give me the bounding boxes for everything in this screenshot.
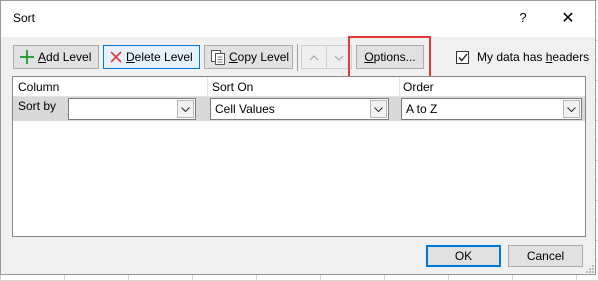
add-level-label: Add Level [38, 50, 92, 64]
move-up-button[interactable] [301, 45, 327, 69]
column-header-sort-on: Sort On [212, 80, 254, 94]
dialog-title: Sort [13, 11, 36, 25]
chevron-down-icon[interactable] [370, 100, 387, 118]
sort-by-label: Sort by [18, 99, 57, 113]
order-select-value: A to Z [406, 102, 438, 116]
plus-icon [20, 50, 34, 64]
column-header-order: Order [403, 80, 434, 94]
column-select[interactable] [68, 98, 196, 120]
help-button[interactable]: ? [513, 10, 533, 28]
sort-dialog: Sort ? ✕ Add Level Delete Level Copy Lev… [0, 0, 596, 275]
delete-x-icon [110, 51, 122, 63]
resize-grip-icon[interactable] [585, 264, 595, 274]
copy-level-label: Copy Level [229, 50, 290, 64]
close-button[interactable]: ✕ [556, 8, 580, 30]
add-level-button[interactable]: Add Level [13, 45, 99, 69]
chevron-down-icon[interactable] [563, 100, 580, 118]
order-select[interactable]: A to Z [401, 98, 582, 120]
headers-checkbox-label: My data has headers [477, 50, 590, 64]
sort-on-select-value: Cell Values [215, 102, 275, 116]
headers-checkbox[interactable]: My data has headers [456, 50, 589, 64]
sort-on-select[interactable]: Cell Values [210, 98, 389, 120]
copy-level-button[interactable]: Copy Level [204, 45, 293, 69]
checkbox-checked-icon[interactable] [456, 50, 469, 64]
chevron-up-icon [309, 50, 319, 64]
options-highlight-box [348, 36, 431, 79]
header-divider [207, 77, 208, 96]
column-header-column: Column [18, 80, 60, 94]
ok-button[interactable]: OK [426, 245, 501, 267]
copy-icon [211, 49, 225, 65]
delete-level-label: Delete Level [126, 50, 193, 64]
chevron-down-icon[interactable] [177, 100, 194, 118]
toolbar-separator [297, 44, 298, 71]
title-bar: Sort ? ✕ [1, 1, 595, 37]
header-divider [399, 77, 400, 96]
delete-level-button[interactable]: Delete Level [103, 45, 200, 69]
sort-levels-grid: Column Sort On Order Sort by Cell Values… [12, 76, 586, 237]
chevron-down-icon [334, 50, 344, 64]
cancel-button[interactable]: Cancel [508, 245, 583, 267]
